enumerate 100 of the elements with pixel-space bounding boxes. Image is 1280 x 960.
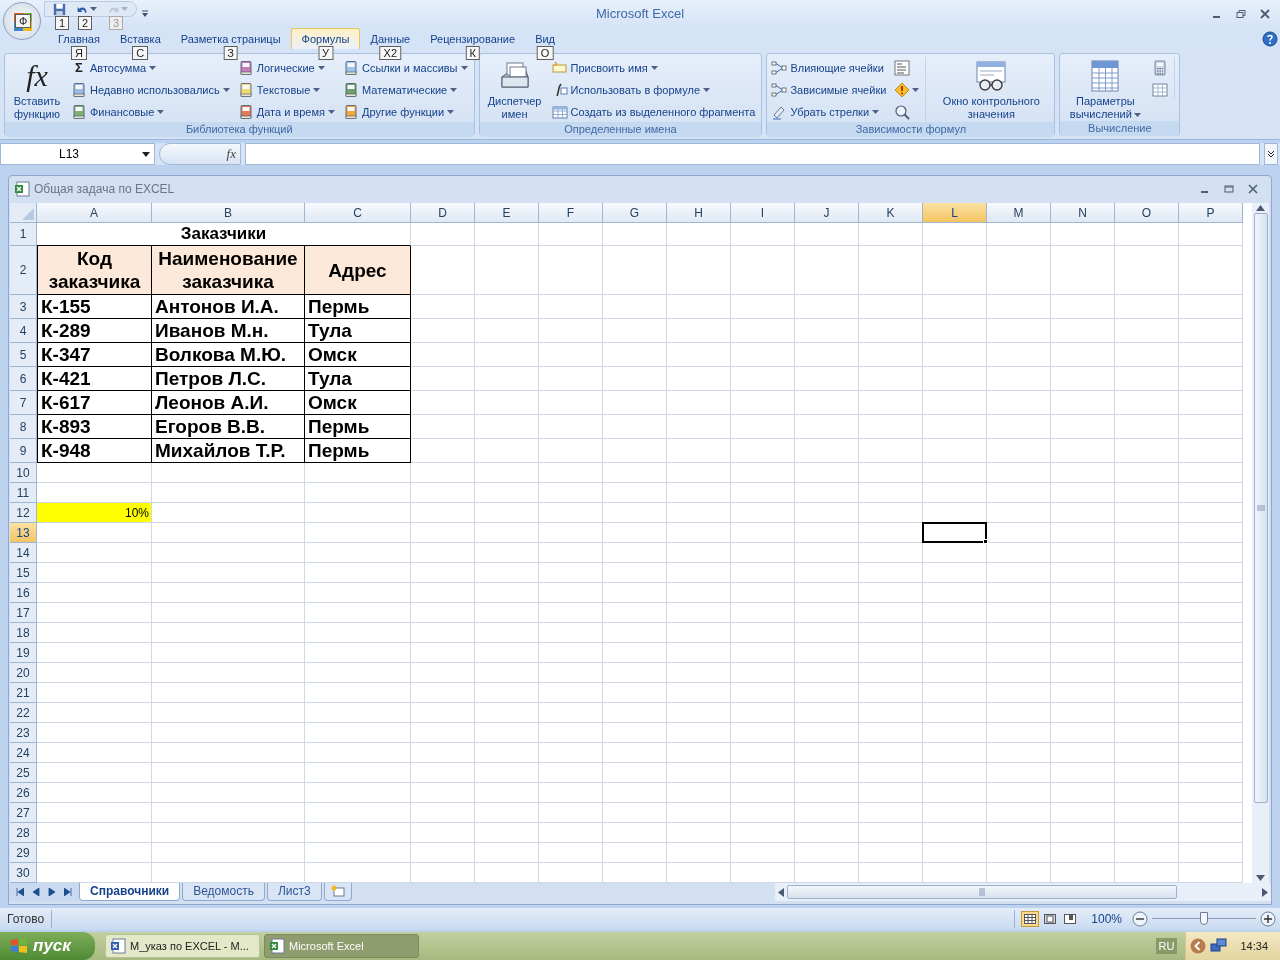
ribbon-button[interactable]: Недавно использовались — [71, 80, 232, 100]
taskbar-button[interactable]: М_указ по EXCEL - М... — [105, 934, 260, 958]
row-header[interactable]: 20 — [10, 663, 37, 683]
column-header[interactable]: L — [923, 203, 987, 223]
help-icon[interactable] — [1262, 31, 1278, 47]
row-header[interactable]: 30 — [10, 863, 37, 883]
ribbon-icon-button[interactable] — [894, 81, 920, 99]
ribbon-button[interactable]: Математические — [342, 80, 470, 100]
row-header[interactable]: 5 — [10, 343, 37, 367]
ribbon-button[interactable]: Ссылки и массивы — [342, 58, 470, 78]
row-header[interactable]: 7 — [10, 391, 37, 415]
ribbon-large-button[interactable]: fx Вставить функцию — [9, 57, 65, 121]
row-header[interactable]: 15 — [10, 563, 37, 583]
row-header[interactable]: 25 — [10, 763, 37, 783]
row-header[interactable]: 24 — [10, 743, 37, 763]
ribbon-icon-button[interactable] — [1152, 59, 1169, 77]
row-header[interactable]: 8 — [10, 415, 37, 439]
network-icon[interactable] — [1210, 938, 1229, 954]
ribbon-button[interactable]: Логические — [237, 58, 337, 78]
column-header[interactable]: N — [1051, 203, 1115, 223]
row-header[interactable]: 27 — [10, 803, 37, 823]
column-header[interactable]: H — [667, 203, 731, 223]
row-header[interactable]: 16 — [10, 583, 37, 603]
row-header[interactable]: 14 — [10, 543, 37, 563]
ribbon-tab[interactable]: Формулы — [290, 28, 361, 50]
ribbon-button[interactable]: Финансовые — [71, 102, 232, 122]
ribbon-button[interactable]: Σ Автосумма — [71, 58, 232, 78]
column-header[interactable]: F — [539, 203, 603, 223]
expand-formula-bar-button[interactable] — [1264, 143, 1278, 165]
ribbon-button[interactable]: Текстовые — [237, 80, 337, 100]
ribbon-button[interactable]: Зависимые ячейки — [771, 80, 889, 100]
column-header[interactable]: J — [795, 203, 859, 223]
sheet-navigation-icon[interactable] — [64, 888, 72, 896]
ribbon-button[interactable]: Другие функции — [342, 102, 470, 122]
column-header[interactable]: B — [152, 203, 305, 223]
column-header[interactable]: G — [603, 203, 667, 223]
column-header[interactable]: E — [475, 203, 539, 223]
ribbon-button[interactable]: Дата и время — [237, 102, 337, 122]
zoom-out-icon[interactable] — [1132, 911, 1148, 927]
insert-function-button[interactable]: fx — [226, 144, 236, 164]
show-hidden-icons-icon[interactable] — [1190, 938, 1207, 954]
maximize-icon[interactable] — [1224, 183, 1234, 194]
sheet-tab[interactable]: Ведомость — [182, 882, 265, 901]
row-header[interactable]: 11 — [10, 483, 37, 503]
row-header[interactable]: 28 — [10, 823, 37, 843]
row-header[interactable]: 18 — [10, 623, 37, 643]
zoom-slider[interactable] — [1152, 911, 1256, 927]
row-header[interactable]: 1 — [10, 223, 37, 246]
view-button[interactable] — [1021, 911, 1040, 927]
chevron-icon — [1267, 150, 1275, 158]
row-header[interactable]: 29 — [10, 843, 37, 863]
restore-icon[interactable] — [1236, 9, 1246, 19]
row-header[interactable]: 13 — [10, 523, 37, 543]
ribbon-button[interactable]: Влияющие ячейки — [771, 58, 889, 78]
arrow-right-icon[interactable] — [1262, 887, 1268, 897]
ribbon-button[interactable]: Использовать в формуле — [551, 80, 758, 100]
column-header[interactable]: A — [37, 203, 152, 223]
name-box[interactable]: L13 — [0, 143, 155, 165]
horizontal-scrollbar[interactable] — [775, 883, 1271, 901]
column-header[interactable]: P — [1179, 203, 1243, 223]
row-header[interactable]: 9 — [10, 439, 37, 463]
close-icon[interactable] — [1248, 183, 1258, 194]
ribbon-large-button[interactable]: Параметры вычислений — [1064, 57, 1147, 121]
row-header[interactable]: 6 — [10, 367, 37, 391]
column-header[interactable]: O — [1115, 203, 1179, 223]
scrollbar-thumb[interactable] — [1253, 213, 1268, 803]
arrow-down-icon[interactable] — [1256, 875, 1265, 881]
ribbon-large-button[interactable]: Диспетчер имен — [483, 57, 546, 121]
vertical-scrollbar[interactable] — [1252, 203, 1269, 883]
column-header[interactable]: K — [859, 203, 923, 223]
row-header[interactable]: 4 — [10, 319, 37, 343]
arrow-left-icon[interactable] — [778, 887, 784, 897]
row-header[interactable]: 12 — [10, 503, 37, 523]
ribbon-button[interactable]: Создать из выделенного фрагмента — [551, 102, 758, 122]
column-header[interactable]: D — [411, 203, 475, 223]
quick-access-button[interactable] — [53, 2, 66, 16]
row-header[interactable]: 21 — [10, 683, 37, 703]
zoom-in-icon[interactable] — [1260, 911, 1276, 927]
ribbon-button[interactable]: Присвоить имя — [551, 58, 758, 78]
row-header[interactable]: 3 — [10, 295, 37, 319]
arrow-up-icon[interactable] — [1256, 205, 1265, 211]
ribbon-button[interactable]: Убрать стрелки — [771, 102, 889, 122]
column-header[interactable]: M — [987, 203, 1051, 223]
row-header[interactable]: 23 — [10, 723, 37, 743]
row-header[interactable]: 10 — [10, 463, 37, 483]
customize-toolbar-icon[interactable] — [141, 10, 149, 18]
formula-input[interactable] — [245, 143, 1260, 165]
row-header[interactable]: 2 — [10, 246, 37, 295]
column-header[interactable]: I — [731, 203, 795, 223]
ribbon-large-button[interactable]: Окно контрольного значения — [932, 57, 1051, 121]
column-header[interactable]: C — [305, 203, 411, 223]
zoom-slider-thumb[interactable] — [1200, 912, 1208, 925]
row-header[interactable]: 22 — [10, 703, 37, 723]
sheet-navigation-icon[interactable] — [16, 888, 24, 896]
row-header[interactable]: 19 — [10, 643, 37, 663]
zoom-level[interactable]: 100% — [1091, 910, 1122, 928]
close-icon[interactable] — [1260, 9, 1270, 19]
scrollbar-thumb[interactable] — [787, 885, 1177, 899]
row-header[interactable]: 17 — [10, 603, 37, 623]
row-header[interactable]: 26 — [10, 783, 37, 803]
